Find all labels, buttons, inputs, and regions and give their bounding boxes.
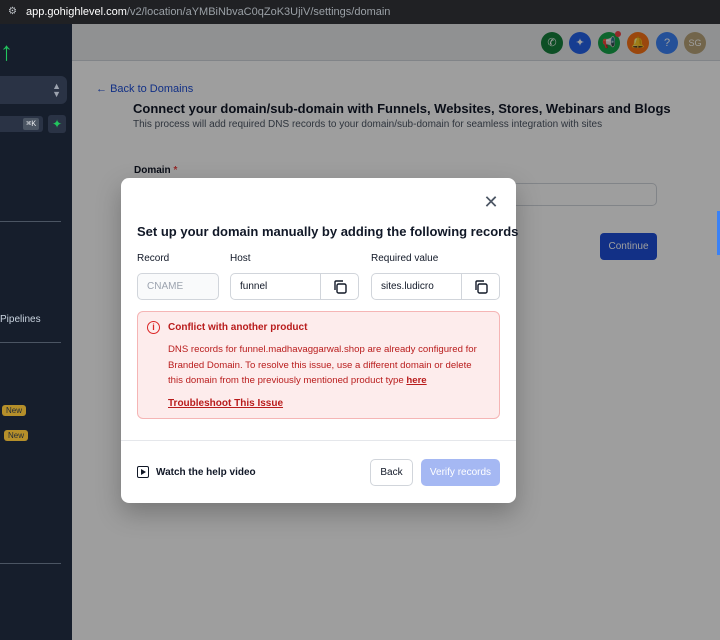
sidebar: ↑ ▲ ▼ ⌘K ✦ Pipelines New New [0, 24, 72, 640]
new-badge: New [4, 430, 29, 441]
troubleshoot-link[interactable]: Troubleshoot This Issue [168, 398, 283, 409]
sidebar-item-opportunities[interactable]: Pipelines [0, 314, 41, 325]
url-path: /v2/location/aYMBiNbvaC0qZoK3UjiV/settin… [126, 6, 391, 18]
required-value-text: sites.ludicro [381, 281, 434, 292]
shortcut-badge: ⌘K [23, 118, 39, 130]
close-icon[interactable]: ✕ [483, 193, 499, 211]
sidebar-divider [0, 221, 61, 222]
alert-message: DNS records for funnel.madhavaggarwal.sh… [168, 342, 488, 389]
location-switcher[interactable]: ▲ ▼ [0, 76, 67, 104]
verify-records-button[interactable]: Verify records [421, 459, 500, 486]
modal-divider [121, 440, 516, 441]
value-column-label: Required value [371, 253, 439, 264]
host-field[interactable]: funnel [230, 273, 359, 300]
host-value: funnel [240, 281, 268, 292]
alert-title: Conflict with another product [168, 322, 308, 333]
dns-records-modal: ✕ Set up your domain manually by adding … [121, 178, 519, 503]
copy-value-button[interactable] [461, 274, 499, 299]
upgrade-arrow-icon[interactable]: ↑ [0, 38, 13, 64]
copy-icon [334, 280, 347, 294]
chevron-updown-icon: ▲ ▼ [52, 81, 61, 99]
record-column-label: Record [137, 253, 170, 264]
info-icon: i [147, 321, 160, 334]
record-type-field: CNAME [137, 273, 219, 300]
modal-title: Set up your domain manually by adding th… [137, 224, 519, 239]
quick-search[interactable]: ⌘K [0, 116, 43, 132]
copy-icon [475, 280, 488, 294]
conflict-alert: i Conflict with another product DNS reco… [137, 311, 500, 419]
sidebar-divider [0, 342, 61, 343]
back-button[interactable]: Back [370, 459, 413, 486]
host-column-label: Host [230, 253, 251, 264]
alert-body-text: DNS records for funnel.madhavaggarwal.sh… [168, 344, 477, 386]
quick-action-icon[interactable]: ✦ [48, 115, 66, 133]
sidebar-divider [0, 563, 61, 564]
help-video-label: Watch the help video [156, 466, 256, 478]
copy-host-button[interactable] [320, 274, 358, 299]
url-host: app.gohighlevel.com [26, 6, 127, 18]
here-link[interactable]: here [406, 375, 426, 386]
play-icon [137, 466, 149, 478]
new-badge: New [2, 405, 27, 416]
watch-help-video-link[interactable]: Watch the help video [137, 466, 256, 478]
site-settings-icon[interactable]: ⚙ [8, 6, 20, 18]
required-value-field[interactable]: sites.ludicro [371, 273, 500, 300]
browser-url-bar[interactable]: ⚙ app.gohighlevel.com/v2/location/aYMBiN… [0, 0, 720, 24]
